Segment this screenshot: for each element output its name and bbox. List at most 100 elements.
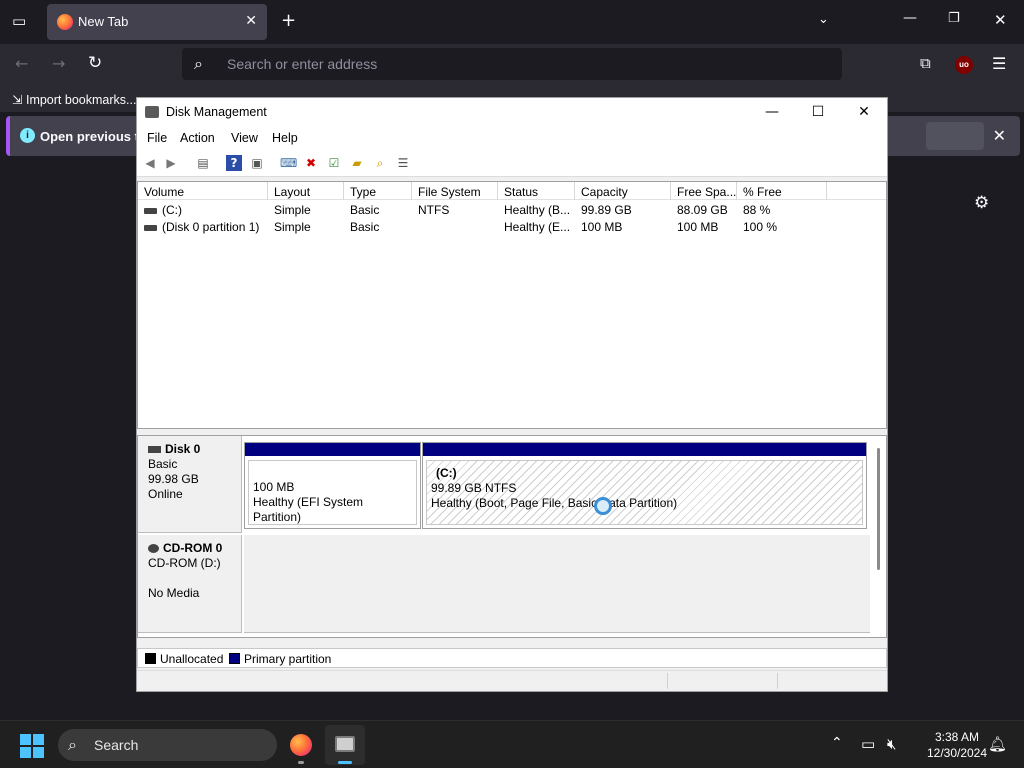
disk0-size: 99.98 GB: [148, 472, 199, 486]
col-free-space[interactable]: Free Spa...: [671, 182, 737, 200]
windows-logo-pane: [20, 747, 31, 758]
help-icon[interactable]: ?: [226, 155, 242, 171]
tab-title: New Tab: [78, 14, 129, 29]
efi-partition-status: Healthy (EFI System Partition): [253, 495, 364, 524]
extensions-icon[interactable]: ⧉: [920, 54, 931, 72]
cdrom0-area[interactable]: [244, 535, 870, 633]
chevron-down-icon[interactable]: ⌄: [818, 12, 829, 27]
address-placeholder: Search or enter address: [227, 56, 378, 72]
taskbar-search[interactable]: ⌕ Search: [58, 729, 277, 761]
console-tree-icon[interactable]: ▤: [195, 155, 211, 171]
browser-nav-bar: ← → ↻ ⌕ Search or enter address ⧉ uo ☰: [0, 44, 1024, 86]
active-indicator: [338, 761, 352, 764]
legend-unallocated-label: Unallocated: [160, 652, 224, 666]
taskbar-disk-management[interactable]: [325, 725, 365, 765]
cdrom0-info[interactable]: CD-ROM 0 CD-ROM (D:) No Media: [138, 535, 242, 633]
col-type[interactable]: Type: [344, 182, 412, 200]
address-bar[interactable]: ⌕ Search or enter address: [182, 48, 842, 80]
volume-list: Volume Layout Type File System Status Ca…: [137, 181, 887, 429]
settings-list-icon[interactable]: ☰: [395, 155, 411, 171]
cdrom0-name: CD-ROM 0: [163, 541, 223, 555]
tab-new-tab[interactable]: New Tab ✕: [47, 4, 267, 40]
new-tab-icon[interactable]: +: [281, 10, 296, 31]
window-title-bar[interactable]: Disk Management — ☐ ✕: [137, 98, 887, 127]
window-minimize-button[interactable]: —: [749, 98, 795, 127]
col-status[interactable]: Status: [498, 182, 575, 200]
ublock-extension-icon[interactable]: uo: [955, 56, 973, 74]
col-percent-free[interactable]: % Free: [737, 182, 827, 200]
c-partition[interactable]: (C:) 99.89 GB NTFS Healthy (Boot, Page F…: [422, 442, 867, 529]
disk0-name: Disk 0: [165, 442, 201, 456]
col-capacity[interactable]: Capacity: [575, 182, 671, 200]
menu-view[interactable]: View: [231, 131, 258, 145]
menu-help[interactable]: Help: [272, 131, 298, 145]
windows-logo-icon: [20, 734, 31, 745]
menu-file[interactable]: File: [147, 131, 167, 145]
back-icon[interactable]: ←: [15, 54, 28, 73]
fs-cell: NTFS: [418, 203, 450, 217]
disk0-info[interactable]: Disk 0 Basic 99.98 GB Online: [138, 436, 242, 533]
taskbar-search-label: Search: [94, 737, 139, 753]
legend-primary-swatch: [229, 653, 240, 664]
settings-gear-icon[interactable]: ⚙: [974, 193, 989, 213]
legend: Unallocated Primary partition: [137, 648, 887, 668]
search-icon: ⌕: [68, 735, 77, 754]
infobar-action-button[interactable]: [926, 122, 984, 150]
forward-arrow-icon[interactable]: ▶: [163, 155, 179, 171]
notification-bell-icon[interactable]: 🔔︎: [988, 735, 1007, 753]
import-bookmarks-link[interactable]: ⇲ Import bookmarks...: [12, 92, 136, 107]
forward-icon[interactable]: →: [52, 54, 65, 73]
type-cell: Basic: [350, 220, 380, 234]
taskbar-firefox[interactable]: [281, 725, 321, 765]
start-button[interactable]: [20, 734, 44, 758]
close-tab-icon[interactable]: ✕: [245, 12, 257, 29]
connect-icon[interactable]: ⌨: [280, 155, 297, 171]
volume-name: (Disk 0 partition 1): [162, 220, 260, 234]
browser-tab-bar: ▭ New Tab ✕ + ⌄ — ❐ ✕: [0, 0, 1024, 44]
c-partition-status: Healthy (Boot, Page File, Basic Data Par…: [431, 496, 678, 510]
back-arrow-icon[interactable]: ◀: [142, 155, 158, 171]
restore-icon[interactable]: ❐: [948, 11, 960, 26]
window-close-button[interactable]: ✕: [841, 98, 887, 127]
table-row[interactable]: (Disk 0 partition 1) Simple Basic Health…: [138, 218, 886, 235]
disk-graphical-view: Disk 0 Basic 99.98 GB Online 100 MB Heal…: [137, 435, 887, 638]
delete-icon[interactable]: ✖: [303, 155, 319, 171]
table-row[interactable]: (C:) Simple Basic NTFS Healthy (B... 99.…: [138, 201, 886, 218]
firefox-icon: [290, 734, 312, 756]
volume-cell: (C:): [138, 201, 268, 218]
fs-cell: [412, 218, 498, 235]
free-cell: 100 MB: [677, 220, 719, 234]
type-cell: Basic: [350, 203, 380, 217]
col-layout[interactable]: Layout: [268, 182, 344, 200]
window-maximize-button[interactable]: ☐: [795, 98, 841, 127]
menu-icon[interactable]: ☰: [992, 54, 1006, 73]
legend-primary-label: Primary partition: [244, 652, 332, 666]
volume-name: (C:): [162, 203, 182, 217]
tab-list-icon[interactable]: ▭: [12, 12, 26, 30]
menu-action[interactable]: Action: [180, 131, 215, 145]
disk0-type: Basic: [148, 457, 178, 471]
disk-management-window: Disk Management — ☐ ✕ File Action View H…: [136, 97, 888, 692]
properties-icon[interactable]: ▣: [249, 155, 265, 171]
efi-partition[interactable]: 100 MB Healthy (EFI System Partition): [244, 442, 421, 529]
open-folder-icon[interactable]: ▰: [349, 155, 365, 171]
graph-scrollbar[interactable]: [877, 448, 880, 570]
search-folder-icon[interactable]: ⌕: [372, 155, 388, 171]
reload-icon[interactable]: ↻: [88, 53, 102, 73]
volume-cell: (Disk 0 partition 1): [138, 218, 268, 235]
col-file-system[interactable]: File System: [412, 182, 498, 200]
chevron-up-icon[interactable]: ⌃: [831, 735, 843, 751]
capacity-cell: 100 MB: [581, 220, 623, 234]
status-bar: [137, 670, 887, 691]
minimize-icon[interactable]: —: [903, 10, 917, 26]
primary-partition-bar: [423, 443, 866, 456]
pct-free-cell: 100 %: [743, 220, 778, 234]
col-volume[interactable]: Volume: [138, 182, 268, 200]
network-icon[interactable]: ▭: [861, 735, 875, 753]
check-icon[interactable]: ☑: [326, 155, 342, 171]
close-window-icon[interactable]: ✕: [994, 11, 1007, 29]
toolbar: ◀ ▶ ▤ ? ▣ ⌨ ✖ ☑ ▰ ⌕ ☰: [137, 149, 887, 177]
taskbar: ⌕ Search ⌃ ▭ 🔇︎ 3:38 AM 12/30/2024 🔔︎: [0, 720, 1024, 768]
volume-muted-icon[interactable]: 🔇︎: [887, 735, 896, 753]
infobar-close-icon[interactable]: ✕: [993, 126, 1006, 146]
